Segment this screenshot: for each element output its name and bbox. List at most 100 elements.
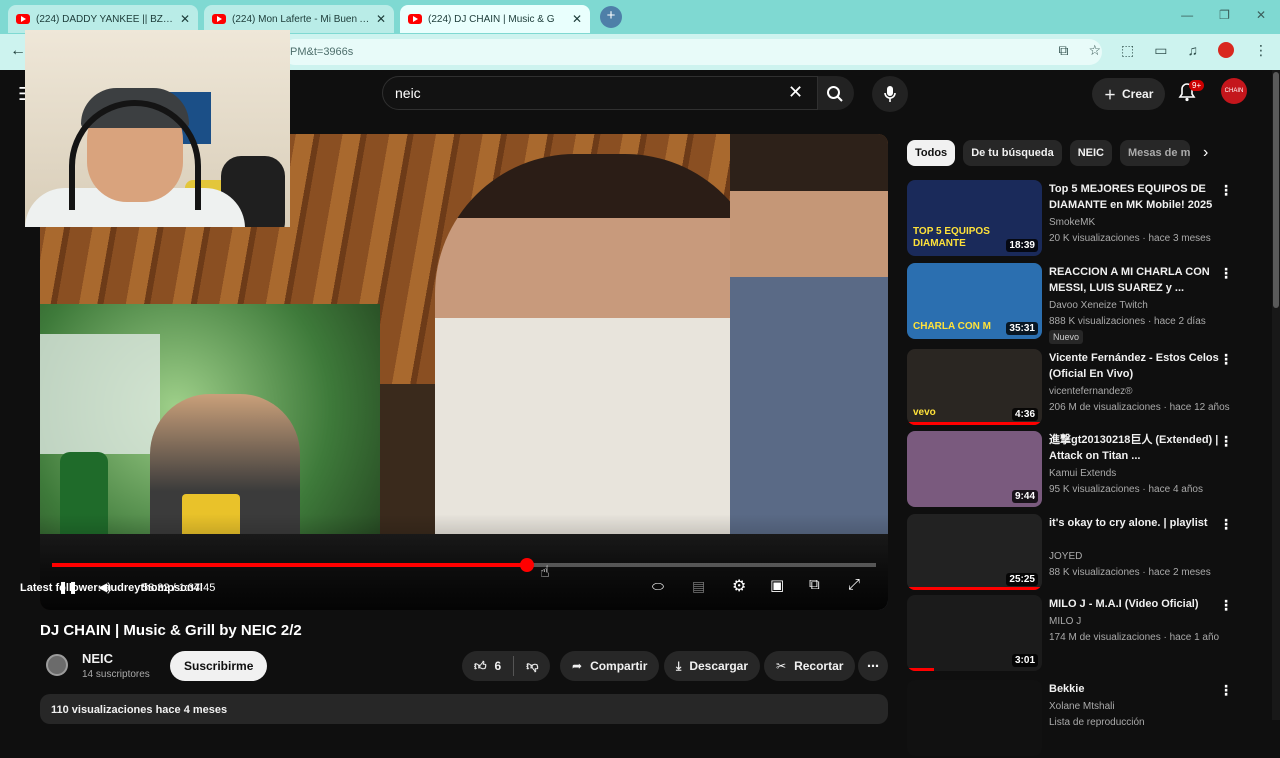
recommendation-item[interactable]: TOP 5 EQUIPOS DIAMANTE 18:39 Top 5 MEJORES… [907,180,1267,258]
recommendation-meta: 174 M de visualizaciones · hace 1 año [1049,632,1220,643]
progress-scrubber[interactable] [519,558,534,572]
divider [513,656,515,676]
recommendation-channel[interactable]: Xolane Mtshali [1049,701,1115,712]
browser-menu-icon[interactable]: ⋮ [1254,42,1268,59]
close-tab-icon[interactable]: ✕ [572,12,582,26]
recommendation-item[interactable]: CHARLA CON M 35:31 REACCION A MI CHARLA CO… [907,263,1267,344]
recommendation-item[interactable]: vevo 4:36 Vicente Fernández - Estos Celos … [907,349,1267,427]
voice-search-button[interactable] [872,76,908,112]
extensions-icon[interactable]: ⬚ [1121,42,1134,59]
recommendation-meta: 95 K visualizaciones · hace 4 años [1049,484,1203,495]
recommendation-title[interactable]: MILO J - M.A.I (Video Oficial) [1049,596,1219,612]
minimize-icon[interactable]: — [1181,8,1193,22]
recommendation-channel[interactable]: SmokeMK [1049,217,1095,228]
tab-title: (224) DADDY YANKEE || BZRP M [36,13,176,25]
chip-todos[interactable]: Todos [907,140,956,166]
video-thumbnail[interactable]: TOP 5 EQUIPOS DIAMANTE 18:39 [907,180,1042,256]
video-thumbnail[interactable]: 3:01 [907,595,1042,671]
browser-tab[interactable]: (224) DADDY YANKEE || BZRP M ✕ [8,5,198,33]
more-options-icon[interactable]: ⋮ [1219,182,1233,199]
more-options-icon[interactable]: ⋮ [1219,682,1233,699]
video-thumbnail[interactable] [907,680,1042,756]
like-count[interactable]: 6 [495,659,502,673]
subtitles-icon[interactable]: ▤ [692,578,705,595]
create-label: Crear [1122,87,1154,101]
recommendation-channel[interactable]: JOYED [1049,551,1082,562]
recommendation-item[interactable]: 25:25 it's okay to cry alone. | playlist J… [907,514,1267,592]
recommendation-title[interactable]: it's okay to cry alone. | playlist [1049,515,1219,531]
recommendation-channel[interactable]: vicentefernandez® [1049,386,1133,397]
bookmark-star-icon[interactable]: ☆ [1088,42,1101,59]
like-icon[interactable]: 👍︎ [474,659,487,674]
download-label: Descargar [689,659,749,673]
video-thumbnail[interactable]: CHARLA CON M 35:31 [907,263,1042,339]
recommendation-title[interactable]: REACCION A MI CHARLA CON MESSI, LUIS SUA… [1049,264,1219,296]
recommendation-title[interactable]: Bekkie [1049,681,1219,697]
recommendation-channel[interactable]: Davoo Xeneize Twitch [1049,300,1148,311]
media-icon[interactable]: ♫ [1188,42,1199,59]
browser-tab-active[interactable]: (224) DJ CHAIN | Music & G ✕ [400,5,590,33]
dislike-icon[interactable]: 👎︎ [526,659,538,674]
share-icon: ➦ [572,659,583,673]
progress-bar[interactable] [52,558,876,572]
new-tab-button[interactable]: + [600,6,622,28]
recommendation-title[interactable]: Vicente Fernández - Estos Celos (Oficial… [1049,350,1219,382]
sidepanel-icon[interactable]: ▭ [1154,42,1167,59]
browser-tab[interactable]: (224) Mon Laferte - Mi Buen Am ✕ [204,5,394,33]
clip-label: Recortar [794,659,844,673]
search-input[interactable]: neic [382,76,818,110]
download-icon: ⤓ [676,658,682,673]
recommendation-channel[interactable]: Kamui Extends [1049,468,1116,479]
close-tab-icon[interactable]: ✕ [180,12,190,26]
url-field[interactable]: PM&t=3966s [282,39,1102,65]
more-options-icon[interactable]: ⋮ [1219,433,1233,450]
search-button[interactable] [818,76,854,110]
share-button[interactable]: ➦ Compartir [560,651,660,681]
chip-mesas[interactable]: Mesas de m [1119,140,1190,166]
chevron-right-icon[interactable]: › [1203,144,1208,162]
more-icon: ⋯ [867,659,879,673]
close-window-icon[interactable]: ✕ [1256,8,1266,22]
recommendation-title[interactable]: Top 5 MEJORES EQUIPOS DE DIAMANTE en MK … [1049,181,1219,213]
more-options-icon[interactable]: ⋮ [1219,265,1233,282]
recommendation-item[interactable]: 3:01 MILO J - M.A.I (Video Oficial) MILO J… [907,595,1267,673]
chip-de-tu-busqueda[interactable]: De tu búsqueda [963,140,1062,166]
create-button[interactable]: ＋ Crear [1092,78,1166,110]
more-options-icon[interactable]: ⋮ [1219,516,1233,533]
clip-button[interactable]: ✂ Recortar [764,651,856,681]
fullscreen-icon[interactable]: ⤢ [848,576,860,593]
autoplay-toggle-icon[interactable]: ⬭ [652,578,664,595]
thumbnail-text: TOP 5 EQUIPOS DIAMANTE [913,226,990,249]
close-tab-icon[interactable]: ✕ [376,12,386,26]
more-options-icon[interactable]: ⋮ [1219,351,1233,368]
more-options-icon[interactable]: ⋮ [1219,597,1233,614]
cast-icon[interactable]: ⧉ [809,576,820,593]
search-icon [827,86,843,102]
account-avatar[interactable]: CHAIN [1221,78,1247,104]
video-thumbnail[interactable]: 25:25 [907,514,1042,590]
more-actions-button[interactable]: ⋯ [858,651,888,681]
recommendation-channel[interactable]: MILO J [1049,616,1081,627]
recommendation-item[interactable]: 9:44 進撃gt20130218巨人 (Extended) | Attack o… [907,431,1267,509]
video-duration: 3:01 [1011,654,1038,667]
channel-name[interactable]: NEIC [82,651,113,666]
install-app-icon[interactable]: ⧉ [1058,42,1068,59]
settings-gear-icon[interactable]: ⚙ [732,576,746,596]
browser-profile-icon[interactable] [1218,42,1234,58]
clear-search-icon[interactable]: ✕ [788,82,803,103]
video-thumbnail[interactable]: vevo 4:36 [907,349,1042,425]
recommendation-title[interactable]: 進撃gt20130218巨人 (Extended) | Attack on Ti… [1049,432,1219,464]
miniplayer-icon[interactable]: ▣ [770,576,784,594]
recommendation-item[interactable]: Bekkie Xolane Mtshali Lista de reproducció… [907,680,1267,758]
chip-neic[interactable]: NEIC [1069,140,1112,166]
maximize-icon[interactable]: ❐ [1219,8,1230,22]
back-arrow-icon[interactable]: ← [10,42,26,60]
recommendation-meta: 20 K visualizaciones · hace 3 meses [1049,233,1211,244]
recommendation-meta: 88 K visualizaciones · hace 2 meses [1049,567,1211,578]
scrollbar-thumb[interactable] [1273,72,1279,308]
video-thumbnail[interactable]: 9:44 [907,431,1042,507]
channel-avatar[interactable] [46,654,68,676]
webcam-overlay [25,30,290,227]
download-button[interactable]: ⤓ Descargar [664,651,761,681]
subscribe-button[interactable]: Suscribirme [170,651,268,681]
